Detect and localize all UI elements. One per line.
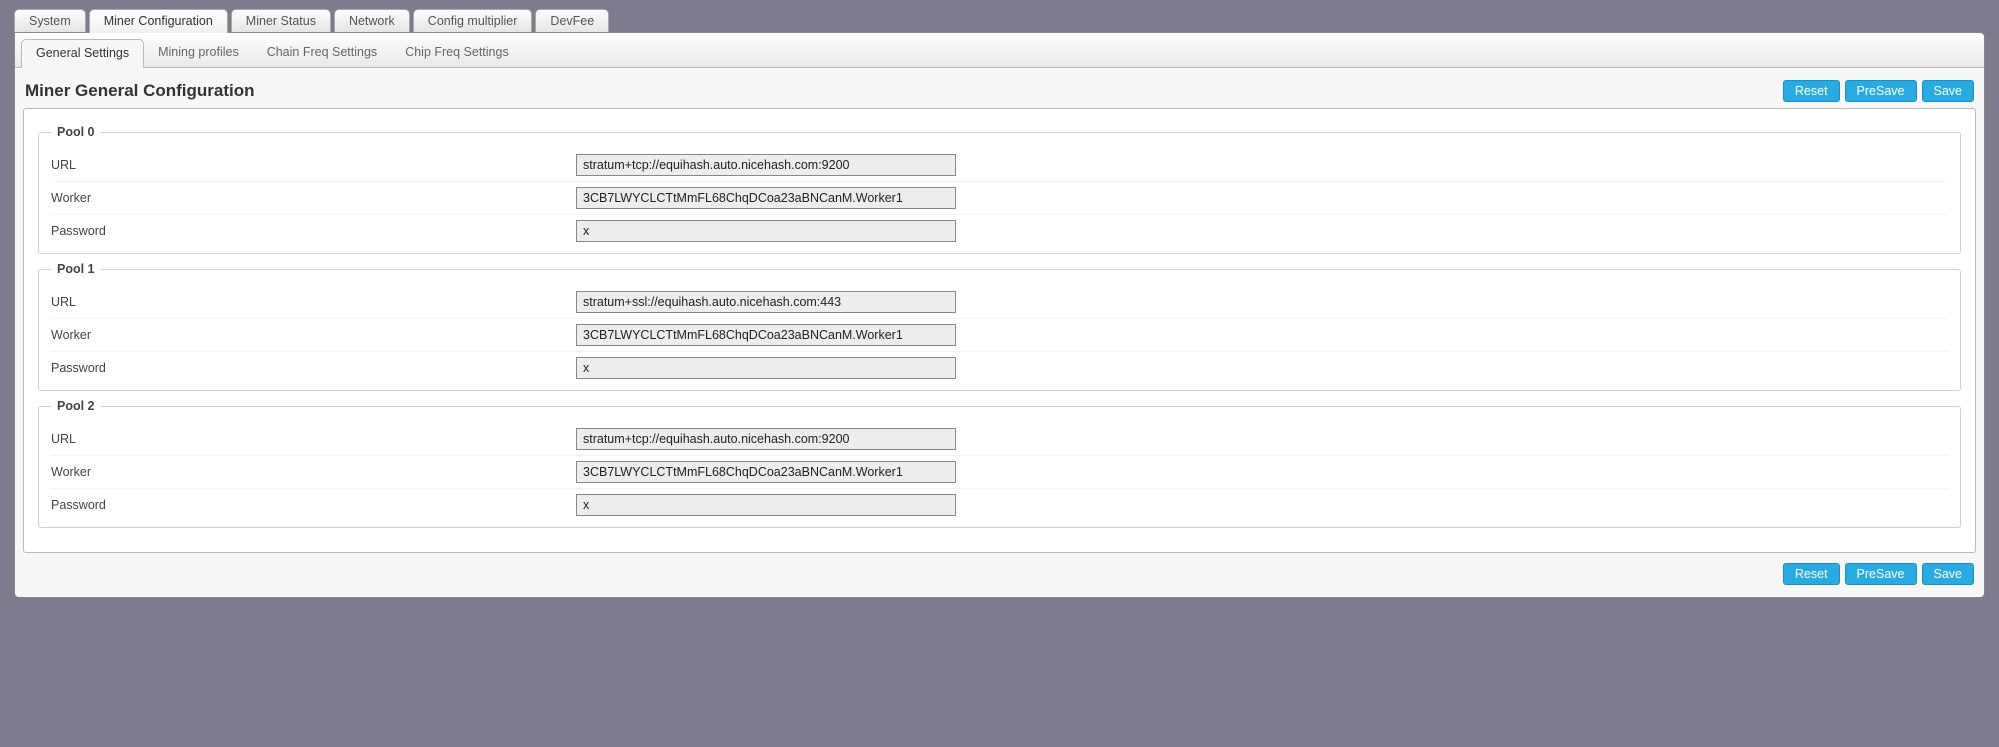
pool-0-legend: Pool 0 [51,125,101,139]
form-panel: Pool 0 URL Worker Password Poo [23,108,1976,553]
reset-button[interactable]: Reset [1783,80,1840,102]
pool-2-fieldset: Pool 2 URL Worker Password [38,399,1961,528]
save-button[interactable]: Save [1922,80,1975,102]
reset-button-bottom[interactable]: Reset [1783,563,1840,585]
pool-2-password-label: Password [51,498,576,512]
bottom-button-row: Reset PreSave Save [23,553,1976,585]
pool-2-worker-label: Worker [51,465,576,479]
subtab-mining-profiles[interactable]: Mining profiles [144,39,253,68]
pool-2-worker-input[interactable] [576,461,956,483]
pool-2-url-input[interactable] [576,428,956,450]
main-tabs: System Miner Configuration Miner Status … [14,8,1985,32]
tab-config-multiplier[interactable]: Config multiplier [413,9,533,33]
pool-2-password-input[interactable] [576,494,956,516]
pool-0-url-input[interactable] [576,154,956,176]
pool-1-legend: Pool 1 [51,262,101,276]
sub-tabs: General Settings Mining profiles Chain F… [15,33,1984,68]
subtab-general-settings[interactable]: General Settings [21,39,144,68]
tab-network[interactable]: Network [334,9,410,33]
pool-1-worker-label: Worker [51,328,576,342]
pool-1-password-input[interactable] [576,357,956,379]
pool-0-fieldset: Pool 0 URL Worker Password [38,125,1961,254]
pool-1-fieldset: Pool 1 URL Worker Password [38,262,1961,391]
content-area: Miner General Configuration Reset PreSav… [15,68,1984,597]
tab-miner-configuration[interactable]: Miner Configuration [89,9,228,33]
pool-1-password-label: Password [51,361,576,375]
tab-devfee[interactable]: DevFee [535,9,609,33]
pool-0-worker-label: Worker [51,191,576,205]
pool-1-url-label: URL [51,295,576,309]
pool-0-url-label: URL [51,158,576,172]
pool-2-legend: Pool 2 [51,399,101,413]
subtab-chain-freq-settings[interactable]: Chain Freq Settings [253,39,391,68]
tab-system[interactable]: System [14,9,86,33]
subtab-chip-freq-settings[interactable]: Chip Freq Settings [391,39,523,68]
main-panel: General Settings Mining profiles Chain F… [14,32,1985,598]
pool-0-password-label: Password [51,224,576,238]
save-button-bottom[interactable]: Save [1922,563,1975,585]
presave-button[interactable]: PreSave [1845,80,1917,102]
pool-1-url-input[interactable] [576,291,956,313]
pool-1-worker-input[interactable] [576,324,956,346]
page-title: Miner General Configuration [25,81,255,101]
pool-0-worker-input[interactable] [576,187,956,209]
tab-miner-status[interactable]: Miner Status [231,9,331,33]
presave-button-bottom[interactable]: PreSave [1845,563,1917,585]
pool-2-url-label: URL [51,432,576,446]
pool-0-password-input[interactable] [576,220,956,242]
top-button-row: Reset PreSave Save [1783,80,1974,102]
